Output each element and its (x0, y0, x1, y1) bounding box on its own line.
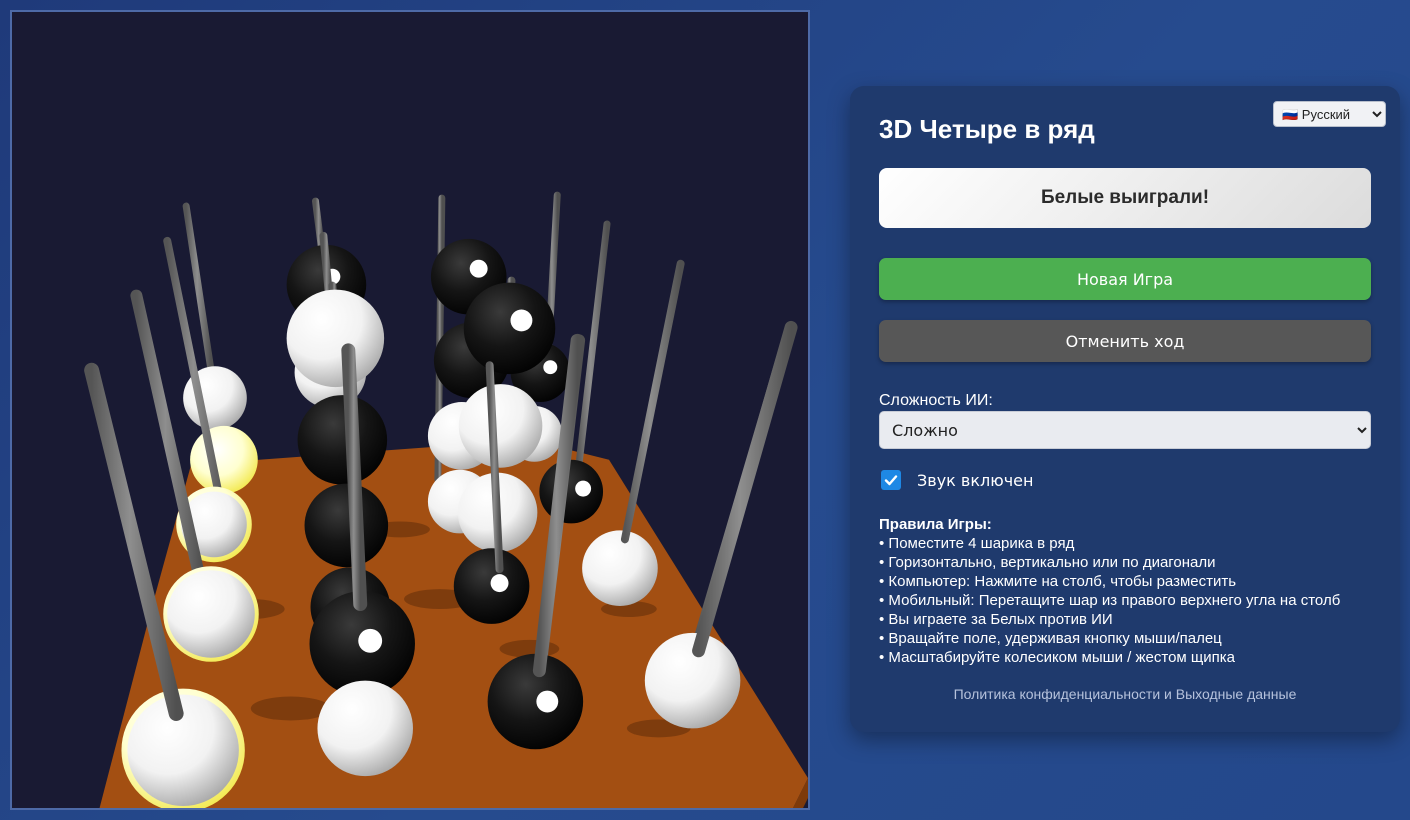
rule-item: • Горизонтально, вертикально или по диаг… (879, 554, 1216, 571)
rule-item: • Компьютер: Нажмите на столб, чтобы раз… (879, 573, 1237, 590)
control-panel: 🇷🇺 Русский 3D Четыре в ряд Белые выиграл… (850, 86, 1400, 732)
rules-title: Правила Игры: (879, 516, 992, 533)
rule-item: • Мобильный: Перетащите шар из правого в… (879, 592, 1341, 609)
white-ball (286, 289, 385, 388)
difficulty-label: Сложность ИИ: (879, 392, 993, 409)
rule-item: • Вращайте поле, удерживая кнопку мыши/п… (879, 630, 1222, 647)
sound-toggle[interactable]: Звук включен (881, 470, 1033, 490)
white-ball (458, 384, 543, 468)
white-ball (167, 570, 255, 658)
rule-item: • Поместите 4 шарика в ряд (879, 535, 1075, 552)
black-ball (304, 483, 389, 568)
white-ball (582, 530, 658, 607)
sound-label: Звук включен (917, 470, 1034, 490)
rule-item: • Масштабируйте колесиком мыши / жестом … (879, 649, 1235, 666)
board-scene[interactable] (12, 12, 808, 808)
black-ball (297, 395, 388, 485)
check-icon (884, 475, 898, 486)
black-ball (463, 282, 556, 375)
undo-move-button[interactable]: Отменить ход (879, 320, 1371, 362)
game-title: 3D Четыре в ряд (879, 114, 1095, 144)
difficulty-select[interactable]: Сложно (879, 411, 1371, 449)
language-select[interactable]: 🇷🇺 Русский (1273, 101, 1386, 127)
game-status-banner: Белые выиграли! (879, 168, 1371, 228)
rules-section: Правила Игры: • Поместите 4 шарика в ряд… (879, 515, 1340, 667)
game-canvas[interactable] (10, 10, 810, 810)
new-game-button[interactable]: Новая Игра (879, 258, 1371, 300)
black-ball (539, 459, 604, 524)
rule-item: • Вы играете за Белых против ИИ (879, 611, 1113, 628)
privacy-link[interactable]: Политика конфиденциальности и Выходные д… (850, 686, 1400, 702)
white-ball (644, 632, 741, 729)
winning-ball (190, 425, 258, 494)
sound-checkbox[interactable] (881, 470, 901, 490)
white-ball (317, 680, 413, 777)
